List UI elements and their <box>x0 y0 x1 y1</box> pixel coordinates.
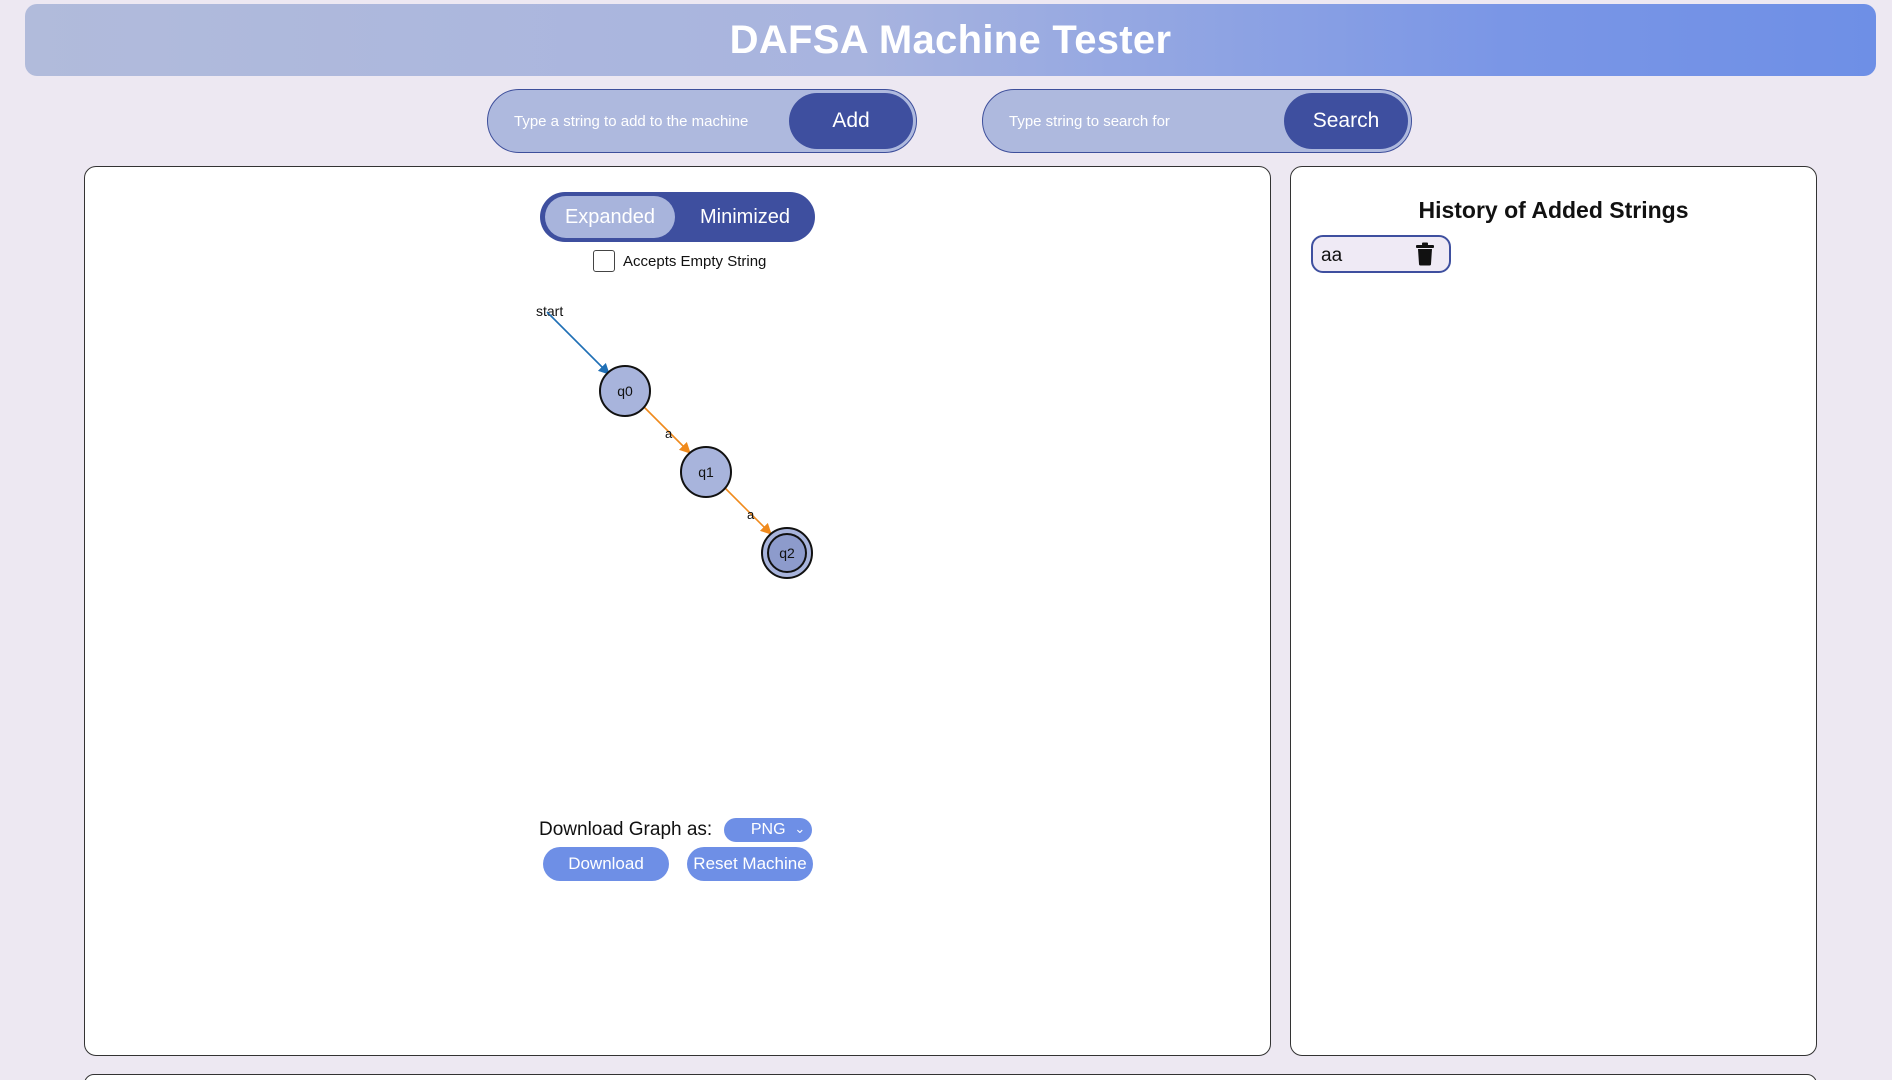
history-item: aa <box>1311 235 1451 273</box>
download-format-value: PNG <box>750 821 786 838</box>
start-label: start <box>536 303 563 319</box>
add-string-form: Add <box>487 89 917 153</box>
add-button[interactable]: Add <box>789 93 913 149</box>
download-button[interactable]: Download <box>543 847 669 881</box>
dafsa-graph: start a a q0 q1 q2 <box>536 303 813 579</box>
state-node-q2-accepting[interactable]: q2 <box>761 527 813 579</box>
reset-machine-button[interactable]: Reset Machine <box>687 847 813 881</box>
state-label-q0: q0 <box>617 383 633 399</box>
transition-label-q1-q2: a <box>747 507 755 522</box>
transition-label-q0-q1: a <box>665 426 673 441</box>
graph-panel: Expanded Minimized Accepts Empty String … <box>84 166 1271 1056</box>
start-edge <box>546 311 610 375</box>
page: DAFSA Machine Tester Add Search Expanded… <box>0 0 1892 1080</box>
history-item-text: aa <box>1321 245 1343 266</box>
app-title: DAFSA Machine Tester <box>729 17 1172 62</box>
history-panel: History of Added Strings aa <box>1290 166 1817 1056</box>
history-title: History of Added Strings <box>1418 197 1689 223</box>
state-label-q2: q2 <box>779 545 795 561</box>
bottom-panel <box>84 1074 1817 1080</box>
download-format-select[interactable]: PNG ⌄ <box>724 818 813 842</box>
add-string-input[interactable] <box>496 98 786 144</box>
chevron-down-icon: ⌄ <box>794 821 806 836</box>
search-string-form: Search <box>982 89 1412 153</box>
state-label-q1: q1 <box>698 464 714 480</box>
state-node-q0[interactable]: q0 <box>599 365 651 417</box>
download-format-row: Download Graph as: PNG ⌄ <box>539 815 813 845</box>
state-node-q1[interactable]: q1 <box>680 446 732 498</box>
trash-icon[interactable] <box>1415 242 1435 266</box>
download-format-label: Download Graph as: <box>539 819 713 840</box>
search-input[interactable] <box>991 98 1281 144</box>
app-header: DAFSA Machine Tester <box>25 4 1876 76</box>
search-button[interactable]: Search <box>1284 93 1408 149</box>
